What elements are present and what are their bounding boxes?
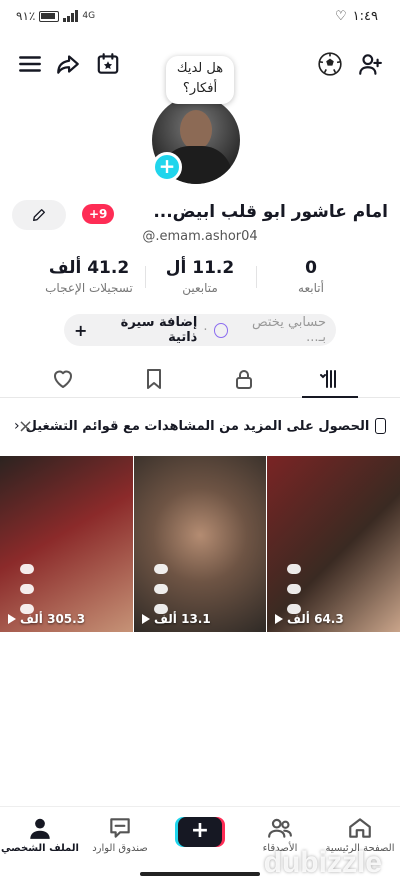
nav-profile-label: الملف الشخصي (1, 843, 79, 854)
separator-dot: · (203, 322, 208, 338)
views-text: 64.3 ألف (287, 612, 344, 626)
nav-profile[interactable]: الملف الشخصي (0, 815, 80, 854)
grid-icon (320, 370, 336, 388)
ideas-line-1: هل لديك (176, 61, 224, 76)
calendar-star-icon[interactable] (92, 48, 124, 80)
play-icon (8, 614, 16, 624)
ideas-line-2: أفكار؟ (182, 81, 218, 96)
profile-tabs (0, 358, 400, 398)
hand-emoji-icon (154, 584, 168, 594)
bookmark-icon (147, 369, 161, 389)
following-count: 0 (305, 258, 317, 278)
home-icon (349, 818, 371, 838)
lock-icon (236, 370, 252, 389)
heart-icon (54, 370, 72, 388)
username: @.emam.ashor04 (142, 229, 258, 244)
followers-count: 11.2 أل (165, 258, 235, 278)
play-icon (142, 614, 150, 624)
tab-liked[interactable] (33, 364, 93, 394)
video-thumb[interactable]: 64.3 ألف (267, 456, 400, 632)
add-bio-button[interactable]: + إضافة سيرة ذاتية · حسابي يختص بـ... (64, 314, 336, 346)
profile-icon (30, 818, 50, 839)
status-bar: ٩١٪ 4G ♡ ١:٤٩ (0, 0, 400, 36)
tab-private[interactable] (214, 364, 274, 394)
watermark-logo: dubizzle (263, 846, 382, 879)
status-time: ١:٤٩ (352, 9, 378, 24)
status-left: ٩١٪ 4G (16, 9, 95, 23)
ideas-bubble[interactable]: هل لديك أفكار؟ (166, 56, 234, 104)
video-thumb[interactable]: 305.3 ألف (0, 456, 133, 632)
stat-likes[interactable]: 41.2 ألف تسجيلات الإعجاب (34, 258, 144, 295)
followers-label: متابعين (182, 281, 218, 295)
edit-profile-button[interactable] (12, 200, 66, 230)
playlist-icon (375, 418, 386, 434)
nav-inbox[interactable]: صندوق الوارد (80, 815, 160, 854)
avatar-head (180, 110, 212, 150)
signal-icon (63, 10, 79, 22)
view-count: 305.3 ألف (8, 612, 85, 626)
banner-text: الحصول على المزيد من المشاهدات مع قوائم … (25, 418, 370, 434)
following-label: أتابعه (298, 281, 324, 295)
battery-text: ٩١٪ (16, 9, 36, 23)
bio-placeholder: حسابي يختص بـ... (251, 315, 326, 345)
nav-inbox-label: صندوق الوارد (92, 843, 148, 854)
create-button[interactable]: + (178, 817, 222, 847)
share-icon[interactable] (52, 48, 84, 80)
name-row: +9 امام عاشور ابو قلب ابيض... (12, 200, 388, 230)
pencil-icon (33, 209, 45, 221)
profile-stats: 0 أتابعه 11.2 أل متابعين 41.2 ألف تسجيلا… (0, 258, 400, 302)
view-count: 64.3 ألف (275, 612, 344, 626)
close-icon[interactable]: × (18, 416, 33, 437)
status-right: ♡ ١:٤٩ (335, 9, 378, 24)
video-thumb[interactable]: 13.1 ألف (134, 456, 266, 632)
video-grid: 64.3 ألف 13.1 ألف 305.3 ألف (0, 456, 400, 632)
play-icon (275, 614, 283, 624)
tab-videos[interactable] (300, 364, 360, 394)
hand-emoji-icon (154, 564, 168, 574)
add-bio-label: إضافة سيرة ذاتية (120, 315, 198, 345)
network-text: 4G (82, 11, 96, 21)
plus-icon: + (74, 320, 88, 340)
hand-emoji-icon (287, 564, 301, 574)
tab-favorites[interactable] (124, 364, 184, 394)
active-tab-indicator (302, 396, 358, 398)
add-avatar-button[interactable]: + (152, 152, 182, 182)
hand-emoji-icon (287, 584, 301, 594)
likes-label: تسجيلات الإعجاب (45, 281, 133, 295)
stat-divider (145, 266, 146, 288)
views-text: 305.3 ألف (20, 612, 86, 626)
hand-emoji-icon (20, 564, 34, 574)
inbox-icon (110, 818, 130, 838)
stat-followers[interactable]: 11.2 أل متابعين (145, 258, 255, 295)
stat-following[interactable]: 0 أتابعه (256, 258, 366, 295)
smile-icon (213, 322, 228, 338)
playlist-banner[interactable]: الحصول على المزيد من المشاهدات مع قوائم … (0, 406, 400, 446)
menu-icon[interactable] (14, 48, 46, 80)
add-friend-icon[interactable] (354, 48, 386, 80)
soccer-ball-icon[interactable] (314, 48, 346, 80)
views-text: 13.1 ألف (154, 612, 211, 626)
friends-icon (268, 818, 292, 838)
likes-count: 41.2 ألف (48, 258, 130, 278)
stat-divider (256, 266, 257, 288)
home-indicator (140, 872, 260, 876)
battery-icon (39, 10, 60, 22)
display-name: امام عاشور ابو قلب ابيض... (153, 202, 388, 222)
heart-pulse-icon: ♡ (335, 9, 347, 24)
hand-emoji-icon (20, 584, 34, 594)
new-badge[interactable]: +9 (82, 204, 115, 224)
view-count: 13.1 ألف (142, 612, 211, 626)
